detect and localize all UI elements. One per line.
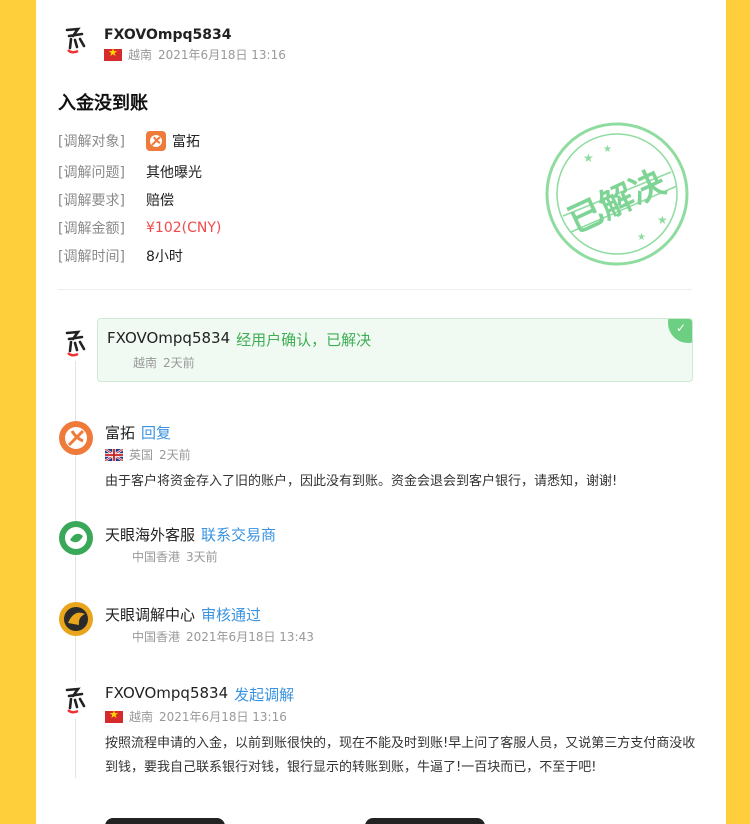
author-meta: 越南 2021年6月18日 13:16 [104, 46, 286, 63]
event-country: 中国香港 [132, 630, 181, 644]
svg-text:★: ★ [603, 144, 612, 155]
event-author[interactable]: FXOVOmpq5834 [105, 684, 228, 705]
event-time: 2天前 [163, 356, 195, 370]
amount-value: ¥102(CNY) [146, 220, 222, 236]
check-icon: ✓ [676, 321, 687, 335]
resolved-stamp: ★ ★ ★ ★ 已解决 [545, 122, 689, 266]
stamp-text: 已解决 [562, 162, 671, 241]
user-avatar[interactable] [58, 325, 94, 361]
event-action: 发起调解 [234, 686, 295, 704]
event-country: 中国香港 [132, 550, 181, 564]
event-author[interactable]: 天眼海外客服 [105, 524, 195, 545]
detail-label: [调解时间] [58, 249, 125, 265]
detail-label: [调解对象] [58, 134, 125, 150]
broker-logo-icon[interactable] [146, 131, 166, 151]
event-action: 审核通过 [201, 606, 262, 624]
detail-row-target: [调解对象] 富拓 [58, 131, 200, 151]
event-author[interactable]: 富拓 [105, 422, 135, 443]
author-country: 越南 [128, 48, 153, 62]
vietnam-flag-icon [105, 708, 123, 723]
detail-label: [调解问题] [58, 165, 125, 181]
event-action: 联系交易商 [201, 526, 277, 544]
section-divider [58, 289, 692, 290]
event-country: 越南 [129, 710, 154, 724]
svg-text:★: ★ [657, 213, 668, 227]
uk-flag-icon [105, 448, 123, 461]
detail-value: 其他曝光 [146, 165, 202, 181]
detail-value: 赔偿 [146, 193, 174, 209]
author-time: 2021年6月18日 13:16 [158, 48, 286, 62]
detail-label: [调解要求] [58, 193, 125, 209]
broker-link[interactable]: 富拓 [172, 131, 200, 151]
broker-avatar[interactable] [58, 420, 94, 456]
event-action: 回复 [141, 424, 172, 442]
resolution-confirm-box: ✓ FXOVOmpq5834 经用户确认，已解决 越南 2天前 [97, 318, 693, 382]
attachment-thumbnail[interactable] [365, 818, 485, 824]
event-country: 越南 [133, 356, 158, 370]
svg-text:★: ★ [637, 232, 646, 243]
event-author[interactable]: FXOVOmpq5834 [107, 329, 230, 350]
complaint-title: 入金没到账 [58, 93, 148, 114]
event-action: 经用户确认，已解决 [236, 331, 372, 349]
detail-label: [调解金额] [58, 221, 125, 237]
attachment-thumbnail[interactable] [105, 818, 225, 824]
event-author[interactable]: 天眼调解中心 [105, 604, 195, 625]
author-name[interactable]: FXOVOmpq5834 [104, 27, 231, 43]
event-time: 2021年6月18日 13:16 [159, 710, 287, 724]
complaint-card: FXOVOmpq5834 越南 2021年6月18日 13:16 入金没到账 [… [36, 0, 726, 824]
user-avatar[interactable] [58, 22, 94, 58]
mediation-center-avatar[interactable] [58, 601, 94, 637]
event-time: 3天前 [186, 550, 218, 564]
user-avatar[interactable] [58, 682, 94, 718]
check-badge: ✓ [668, 319, 692, 343]
event-time: 2天前 [159, 448, 191, 462]
detail-row-amount: [调解金额] ¥102(CNY) [58, 218, 221, 238]
svg-text:★: ★ [583, 151, 594, 165]
event-body: 由于客户将资金存入了旧的账户，因此没有到账。资金会退会到客户银行，请悉知，谢谢! [105, 474, 618, 489]
event-time: 2021年6月18日 13:43 [186, 630, 314, 644]
event-country: 英国 [129, 448, 154, 462]
vietnam-flag-icon [104, 46, 122, 61]
event-body: 按照流程申请的入金，以前到账很快的，现在不能及时到账!早上问了客服人员，又说第三… [105, 736, 696, 775]
support-avatar[interactable] [58, 520, 94, 556]
detail-value: 8小时 [146, 249, 183, 265]
detail-row-time: [调解时间] 8小时 [58, 246, 183, 266]
detail-row-demand: [调解要求] 赔偿 [58, 190, 174, 210]
detail-row-issue: [调解问题] 其他曝光 [58, 162, 202, 182]
